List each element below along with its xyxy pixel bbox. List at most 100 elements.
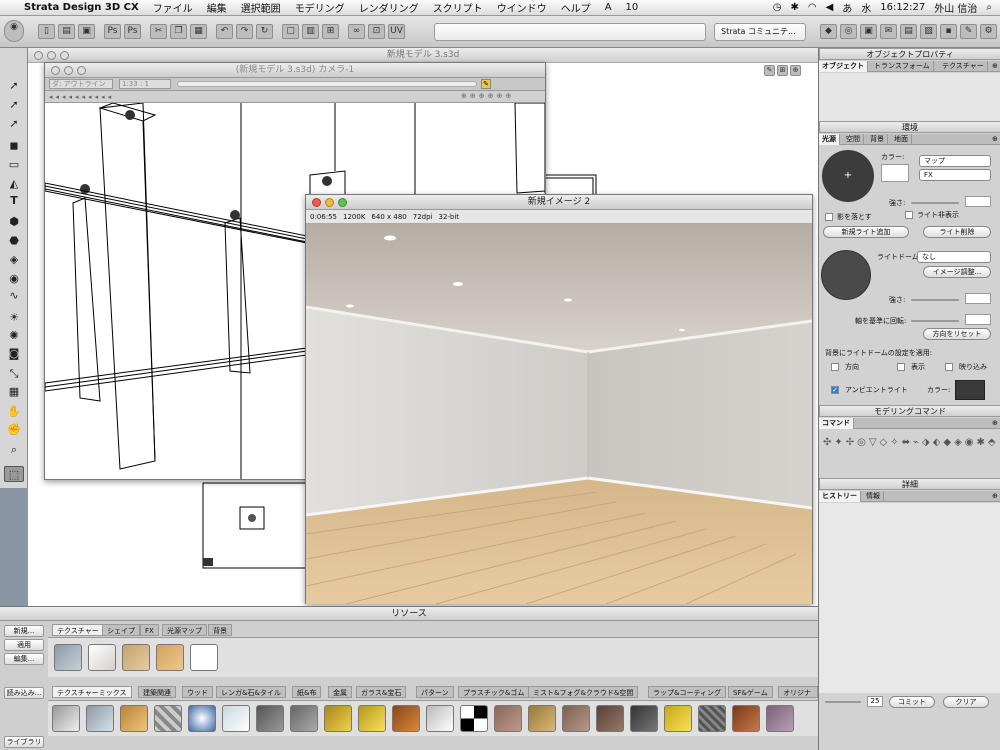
menu-selection[interactable]: 選択範囲 [241, 0, 281, 15]
ambient-light-checkbox[interactable]: ✓ [831, 386, 839, 394]
zoom-icon[interactable]: ⌕ [4, 442, 24, 458]
redo-icon[interactable]: ↷ [236, 24, 253, 39]
resource-thumb-1[interactable] [54, 644, 82, 671]
lib-tab-wrap[interactable]: ラップ&コーティング [648, 686, 727, 698]
light-preview-sphere[interactable]: + [822, 150, 874, 202]
library-thumb-16[interactable] [562, 705, 590, 732]
lib-tab-mist[interactable]: ミスト&フォグ&クラウド&空間 [528, 686, 639, 698]
object-icon[interactable]: ◆ [820, 24, 837, 39]
paint-tool-icon[interactable]: ◭ [4, 176, 24, 192]
tab-background[interactable]: 背景 [867, 134, 888, 145]
edit-resource-button[interactable]: 編集... [4, 653, 44, 665]
menu-edit[interactable]: 編集 [207, 0, 227, 15]
camera-close-button[interactable] [51, 66, 60, 75]
lathe-icon[interactable]: ⬣ [4, 233, 24, 249]
cube-tool-icon[interactable]: ◼ [4, 138, 24, 154]
intensity-slider[interactable] [911, 202, 959, 204]
library-thumb-1[interactable] [52, 705, 80, 732]
res-tab-lightmap[interactable]: 光源マップ [162, 624, 207, 636]
menu-script[interactable]: スクリプト [433, 0, 483, 15]
copy-icon[interactable]: ❐ [170, 24, 187, 39]
light-bulb-icon[interactable]: ☀ [4, 310, 24, 326]
tab-info[interactable]: 情報 [863, 491, 884, 502]
apply-resource-button[interactable]: 適用 [4, 639, 44, 651]
lib-tab-glass[interactable]: ガラス&宝石 [356, 686, 407, 698]
library-thumb-13[interactable] [460, 705, 488, 732]
res-tab-texture[interactable]: テクスチャー [52, 624, 104, 636]
render-close-button[interactable] [312, 198, 321, 207]
uv-icon[interactable]: UV [388, 24, 405, 39]
menu-file[interactable]: ファイル [153, 0, 193, 15]
community-select[interactable]: Strata コミュニテ... [714, 23, 806, 41]
library-thumb-12[interactable] [426, 705, 454, 732]
frame-icon[interactable]: ▢ [282, 24, 299, 39]
add-light-button[interactable]: 新規ライト追加 [823, 226, 909, 238]
select-path-icon[interactable]: ➚ [4, 116, 24, 132]
apply-direction-checkbox[interactable] [831, 363, 839, 371]
library-thumb-15[interactable] [528, 705, 556, 732]
library-thumb-4[interactable] [154, 705, 182, 732]
menu-help[interactable]: ヘルプ [561, 0, 591, 15]
library-thumb-6[interactable] [222, 705, 250, 732]
grid-tool-icon[interactable]: ▦ [4, 384, 24, 400]
mesh-icon[interactable]: ◉ [4, 271, 24, 287]
library-thumb-10[interactable] [358, 705, 386, 732]
render-minimize-button[interactable] [325, 198, 334, 207]
camera-pencil-icon[interactable]: ✎ [481, 79, 491, 89]
apply-show-checkbox[interactable] [897, 363, 905, 371]
dome-intensity-field[interactable] [965, 293, 991, 304]
render-window-title[interactable]: 新規イメージ 2 [306, 195, 812, 210]
group-icon[interactable]: ⊞ [322, 24, 339, 39]
lib-tab-metal[interactable]: 金属 [328, 686, 352, 698]
menu-window[interactable]: ウインドウ [497, 0, 547, 15]
library-thumb-7[interactable] [256, 705, 284, 732]
camera-zoom-button[interactable] [77, 66, 86, 75]
history-list[interactable] [819, 503, 1000, 693]
sweep-icon[interactable]: ◈ [4, 252, 24, 268]
tab-history[interactable]: ヒストリー [819, 491, 861, 502]
camera-view-icons[interactable]: ⊕⊕⊕⊕⊕⊕ [461, 92, 514, 100]
library-thumb-14[interactable] [494, 705, 522, 732]
input-method-icon[interactable]: あ [842, 0, 852, 15]
resource-thumb-4[interactable] [156, 644, 184, 671]
library-thumb-21[interactable] [732, 705, 760, 732]
commit-button[interactable]: コミット [889, 696, 935, 708]
lib-tab-wood[interactable]: ウッド [182, 686, 213, 698]
library-thumb-11[interactable] [392, 705, 420, 732]
tab-command[interactable]: コマンド [819, 418, 854, 429]
menu-rendering[interactable]: レンダリング [359, 0, 419, 15]
camera-window-title[interactable]: (新規モデル 3.s3d) カメラ-1 [45, 63, 545, 78]
lib-tab-architecture[interactable]: 建築関連 [138, 686, 176, 698]
intensity-field[interactable] [965, 196, 991, 207]
clear-button[interactable]: クリア [943, 696, 989, 708]
link-icon[interactable]: ∞ [348, 24, 365, 39]
bg-close-button[interactable] [34, 51, 43, 60]
volume-icon[interactable]: ◀ [826, 2, 834, 13]
background-window-title[interactable]: 新規モデル 3.s3d [28, 48, 818, 63]
photo-icon[interactable]: ▧ [920, 24, 937, 39]
lib-tab-paper[interactable]: 紙&布 [292, 686, 322, 698]
path-tool-icon[interactable]: ∿ [4, 288, 24, 304]
grid-icon[interactable]: ⊡ [368, 24, 385, 39]
ambient-color-swatch[interactable] [955, 380, 985, 400]
light-color-swatch[interactable] [881, 164, 909, 182]
camera-tool-icon[interactable]: ◙ [4, 346, 24, 362]
spot-light-icon[interactable]: ✺ [4, 328, 24, 344]
select-multi-icon[interactable]: ➚ [4, 97, 24, 113]
modeling-command-icons[interactable]: ✣✦✢◎▽◇✧⬌⌁⬗⬖◆◈◉✱⬘✶⬙◐◑ [823, 434, 1000, 451]
res-tab-background[interactable]: 背景 [208, 624, 232, 636]
document-icon[interactable]: ▤ [900, 24, 917, 39]
cut-icon[interactable]: ✂ [150, 24, 167, 39]
photoshop-import-icon[interactable]: Ps [124, 24, 141, 39]
object-props-menu-icon[interactable]: ⊕ [989, 61, 1000, 72]
dome-intensity-slider[interactable] [911, 299, 959, 301]
user-name[interactable]: 外山 信治 [934, 0, 977, 15]
apply-reflect-checkbox[interactable] [945, 363, 953, 371]
resource-thumb-3[interactable] [122, 644, 150, 671]
rotate-axis-field[interactable] [965, 314, 991, 325]
menu-modeling[interactable]: モデリング [295, 0, 345, 15]
select-arrow-icon[interactable]: ➚ [4, 78, 24, 94]
settings-icon[interactable]: ⚙ [980, 24, 997, 39]
hand-icon[interactable]: ✋ [4, 404, 24, 420]
adobe-icon[interactable]: A [605, 2, 612, 13]
